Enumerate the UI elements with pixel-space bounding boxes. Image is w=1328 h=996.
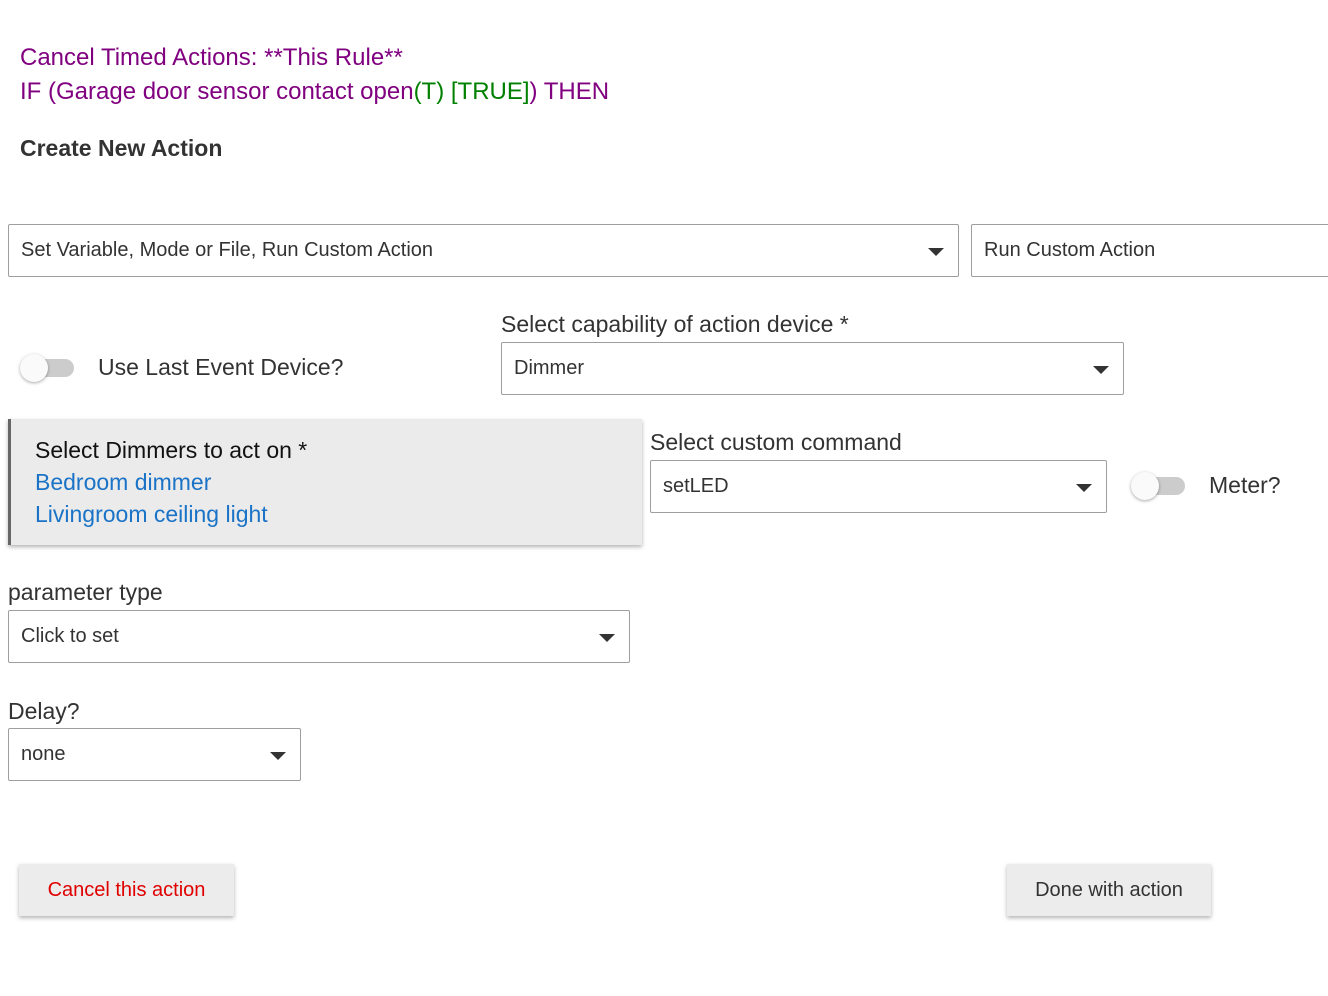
chevron-down-icon [599, 633, 615, 642]
create-new-action-heading: Create New Action [20, 135, 223, 161]
device-link[interactable]: Bedroom dimmer [35, 469, 211, 496]
action-type-value: Set Variable, Mode or File, Run Custom A… [21, 239, 434, 261]
parameter-type-value: Click to set [21, 625, 119, 647]
cancel-timed-actions-text: Cancel Timed Actions: **This Rule** [20, 44, 403, 71]
toggle-knob [1131, 472, 1159, 500]
device-link[interactable]: Livingroom ceiling light [35, 501, 268, 528]
condition-state: (T) [TRUE] [413, 78, 530, 105]
action-editor-page: Cancel Timed Actions: **This Rule** IF (… [0, 0, 1328, 996]
chevron-down-icon [1093, 365, 1109, 374]
custom-command-select[interactable]: setLED [650, 460, 1107, 513]
action-subtype-value: Run Custom Action [984, 239, 1156, 261]
toggle-knob [20, 354, 48, 382]
delay-label: Delay? [8, 698, 80, 724]
use-last-event-toggle[interactable] [20, 354, 74, 382]
chevron-down-icon [1076, 483, 1092, 492]
cancel-action-button[interactable]: Cancel this action [19, 864, 234, 916]
capability-value: Dimmer [514, 357, 584, 379]
delay-select[interactable]: none [8, 728, 301, 781]
capability-label: Select capability of action device * [501, 311, 849, 337]
parameter-type-select[interactable]: Click to set [8, 610, 630, 663]
action-type-select[interactable]: Set Variable, Mode or File, Run Custom A… [8, 224, 959, 277]
delay-value: none [21, 743, 66, 765]
devices-label: Select Dimmers to act on * [35, 437, 308, 463]
custom-command-value: setLED [663, 475, 729, 497]
condition-prefix: IF (Garage door sensor contact open [20, 78, 414, 105]
action-subtype-select[interactable]: Run Custom Action [971, 224, 1328, 277]
chevron-down-icon [928, 247, 944, 256]
device-selector-card[interactable]: Select Dimmers to act on * Bedroom dimme… [8, 419, 642, 545]
done-with-action-button[interactable]: Done with action [1007, 864, 1211, 916]
meter-label: Meter? [1209, 472, 1281, 498]
rule-condition-text: IF (Garage door sensor contact open(T) [… [20, 78, 609, 106]
meter-toggle[interactable] [1131, 472, 1185, 500]
condition-suffix: ) THEN [529, 78, 610, 105]
custom-command-label: Select custom command [650, 429, 902, 455]
capability-select[interactable]: Dimmer [501, 342, 1124, 395]
parameter-type-label: parameter type [8, 579, 163, 605]
chevron-down-icon [270, 751, 286, 760]
use-last-event-label: Use Last Event Device? [98, 354, 344, 380]
